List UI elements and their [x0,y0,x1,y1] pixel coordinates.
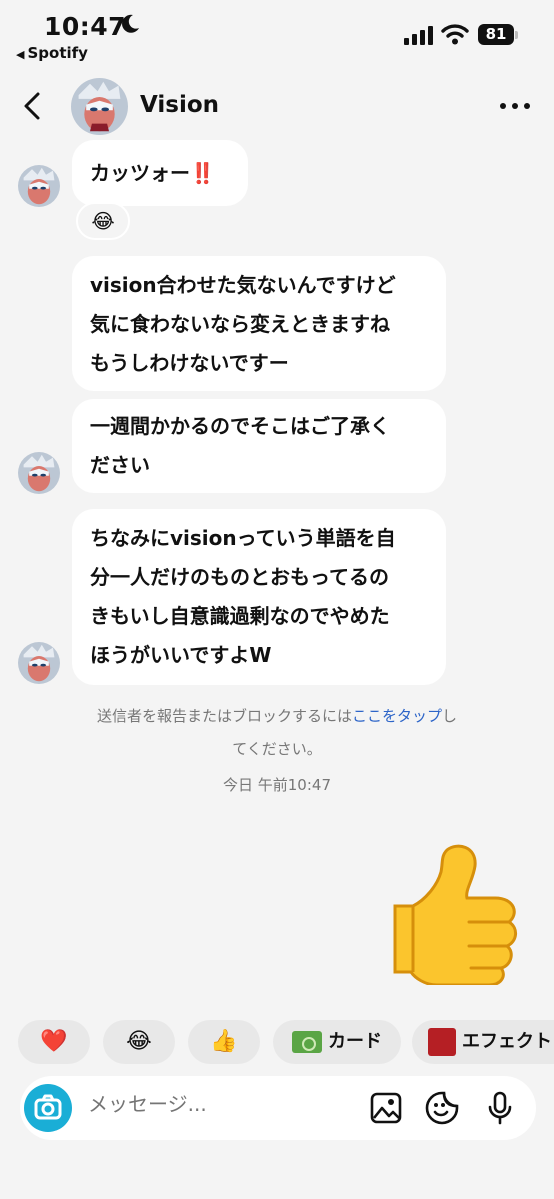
effect-icon [428,1028,456,1056]
more-options-icon[interactable] [498,96,532,116]
effect-button[interactable]: エフェクト [412,1020,554,1064]
chat-header: Vision [0,70,554,144]
card-label: カード [328,1031,382,1052]
back-app-label: Spotify [27,44,88,62]
thumbs-up-emoji[interactable] [385,840,525,985]
microphone-icon[interactable] [482,1090,518,1126]
heart-icon: ❤️ [40,1029,68,1054]
effect-label: エフェクト [462,1031,552,1052]
message-input[interactable] [88,1092,328,1116]
message-text-line: 気に食わないなら変えときますね [90,312,390,336]
clock: 10:47 [44,12,127,41]
battery-tip [515,31,518,39]
laughing-face-icon: 😂 [126,1029,152,1054]
card-icon [292,1031,322,1053]
wifi-icon [441,24,469,45]
contact-name[interactable]: Vision [140,92,219,118]
message-bubble[interactable]: ちなみにvisionっていう単語を自 分一人だけのものとおもってるの きもいし自… [72,509,446,685]
message-bubble[interactable]: カッツォー‼️ [72,140,248,206]
message-text-line: 分一人だけのものとおもってるの [90,565,389,589]
message-text-line: きもいし自意識過剰なのでやめた [90,604,390,628]
note-text: 送信者を報告またはブロックするには [96,707,352,725]
message-text-line: ほうがいいですよW [90,643,272,667]
message-composer [20,1076,536,1140]
quick-reaction-heart[interactable]: ❤️ [18,1020,90,1064]
moon-icon [122,14,139,33]
back-chevron-icon[interactable] [20,90,44,122]
note-text: し [442,707,458,725]
message-reaction[interactable]: 😂 [76,202,130,240]
status-bar: 10:47 ◀ Spotify 81 [0,0,554,70]
thumbs-up-icon: 👍 [210,1029,238,1054]
tap-here-link[interactable]: ここをタップ [352,707,442,725]
card-button[interactable]: カード [273,1020,401,1064]
camera-button[interactable] [24,1084,72,1132]
back-to-app-link[interactable]: ◀ Spotify [16,44,88,62]
gallery-icon[interactable] [368,1090,404,1126]
message-text-line: vision合わせた気ないんですけど [90,273,396,297]
header-avatar[interactable] [71,78,128,135]
back-triangle-icon: ◀ [16,48,25,61]
message-text-line: ださい [90,453,150,477]
quick-reaction-thumbs-up[interactable]: 👍 [188,1020,260,1064]
sender-avatar[interactable] [18,452,60,494]
double-exclamation-emoji: ‼️ [190,161,215,185]
message-text-line: 一週間かかるのでそこはご了承く [90,414,390,438]
note-text-line2: てください。 [232,740,322,758]
message-text-line: ちなみにvisionっていう単語を自 [90,526,396,550]
sender-avatar[interactable] [18,642,60,684]
cellular-signal-icon [404,25,434,45]
message-text: カッツォー [90,161,190,185]
camera-icon [34,1094,62,1120]
sticker-icon[interactable] [424,1090,460,1126]
message-bubble[interactable]: vision合わせた気ないんですけど 気に食わないなら変えときますね もうしわけ… [72,256,446,391]
battery-indicator: 81 [478,24,514,45]
sender-avatar[interactable] [18,165,60,207]
message-bubble[interactable]: 一週間かかるのでそこはご了承く ださい [72,399,446,493]
quick-reaction-laugh[interactable]: 😂 [103,1020,175,1064]
report-block-note: 送信者を報告またはブロックするにはここをタップし てください。 [0,700,554,766]
message-text-line: もうしわけないですー [90,351,289,375]
message-timestamp: 今日 午前10:47 [223,776,331,794]
